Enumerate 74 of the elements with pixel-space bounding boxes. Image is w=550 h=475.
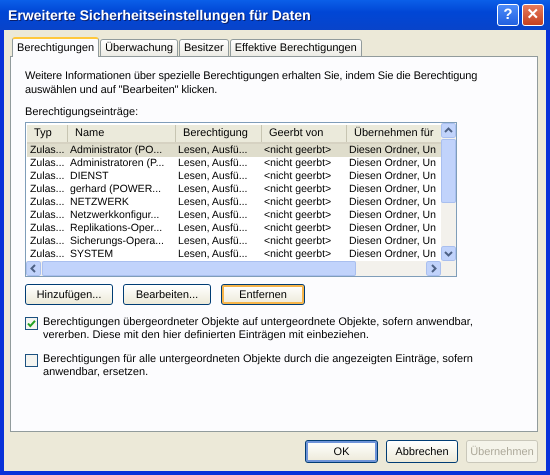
tab[interactable]: Besitzer <box>178 39 229 56</box>
table-cell-text: Zulas... <box>29 157 66 170</box>
list-label: Berechtigungseinträge: <box>25 105 140 119</box>
table-cell-text: Lesen, Ausfü... <box>177 144 248 157</box>
table-row[interactable]: Zulas... Administrator (PO... Lesen, Ausfü... <nicht geerbt> Diesen Ordner, Un <box>27 144 441 157</box>
window-title: Erweiterte Sicherheitseinstellungen für Daten <box>8 7 311 23</box>
table-cell-text: Zulas... <box>29 196 66 209</box>
column-header[interactable]: Berechtigung <box>175 125 261 142</box>
table-cell-text: Netzwerkkonfigur... <box>69 209 160 222</box>
table-cell-text: Lesen, Ausfü... <box>177 196 248 209</box>
table-cell-text: <nicht geerbt> <box>263 183 332 196</box>
table-cell-text: <nicht geerbt> <box>263 235 332 248</box>
table-cell-text: Lesen, Ausfü... <box>177 222 248 235</box>
table-row[interactable]: Zulas... Sicherungs-Opera... Lesen, Ausfü... <nicht geerbt> Diesen Ordner, Un <box>27 235 441 248</box>
table-cell-text: Lesen, Ausfü... <box>177 157 248 170</box>
table-row[interactable]: Zulas... gerhard (POWER... Lesen, Ausfü... <nicht geerbt> Diesen Ordner, Un <box>27 183 441 196</box>
table-cell-text: Zulas... <box>29 209 66 222</box>
table-cell-text: Diesen Ordner, Un <box>348 170 437 183</box>
info-text: Weitere Informationen über spezielle Berechtigungen erhalten Sie, indem Sie die Berechtigung auswählen und auf "Bearbeiten" klicken. <box>25 69 478 97</box>
table-cell-text: Lesen, Ausfü... <box>177 235 248 248</box>
table-cell-text: Zulas... <box>29 248 66 261</box>
table-cell-text: Zulas... <box>29 235 66 248</box>
table-cell-text: Diesen Ordner, Un <box>348 209 437 222</box>
table-cell-text: gerhard (POWER... <box>69 183 162 196</box>
table-cell-text: Sicherungs-Opera... <box>69 235 165 248</box>
table-cell-text: Zulas... <box>29 170 66 183</box>
tab[interactable]: Effektive Berechtigungen <box>230 39 362 56</box>
table-cell-text: Zulas... <box>29 222 66 235</box>
checkbox-label: Berechtigungen übergeordneter Objekte auf untergeordnete Objekte, sofern anwendbar, vererben. Diese mit den hier definierten Einträgen mit einbeziehen. <box>43 316 474 342</box>
table-cell-text: <nicht geerbt> <box>263 144 332 157</box>
dialog-button[interactable]: Abbrechen <box>386 440 458 463</box>
table-cell-text: Diesen Ordner, Un <box>348 157 437 170</box>
table-cell-text: Diesen Ordner, Un <box>348 144 437 157</box>
table-row[interactable]: Zulas... Administratoren (P... Lesen, Ausfü... <nicht geerbt> Diesen Ordner, Un <box>27 157 441 170</box>
table-cell-text: Diesen Ordner, Un <box>348 196 437 209</box>
table-row[interactable]: Zulas... SYSTEM Lesen, Ausfü... <nicht geerbt> Diesen Ordner, Un <box>27 248 441 261</box>
table-cell-text: <nicht geerbt> <box>263 157 332 170</box>
table-cell-text: Diesen Ordner, Un <box>348 222 437 235</box>
column-header[interactable]: Typ <box>27 125 67 142</box>
table-row[interactable]: Zulas... NETZWERK Lesen, Ausfü... <nicht geerbt> Diesen Ordner, Un <box>27 196 441 209</box>
table-cell-text: Lesen, Ausfü... <box>177 170 248 183</box>
tab[interactable]: Berechtigungen <box>12 37 100 57</box>
close-button[interactable]: ✕ <box>522 4 544 26</box>
column-header[interactable]: Geerbt von <box>261 125 346 142</box>
table-cell-text: Diesen Ordner, Un <box>348 248 437 261</box>
table-cell-text: Lesen, Ausfü... <box>177 183 248 196</box>
table-cell-text: <nicht geerbt> <box>263 222 332 235</box>
table-cell-text: Diesen Ordner, Un <box>348 235 437 248</box>
table-cell-text: <nicht geerbt> <box>263 170 332 183</box>
table-cell-text: Administrator (PO... <box>69 144 164 157</box>
table-cell-text: <nicht geerbt> <box>263 248 332 261</box>
table-row[interactable]: Zulas... Netzwerkkonfigur... Lesen, Ausfü... <nicht geerbt> Diesen Ordner, Un <box>27 209 441 222</box>
table-cell-text: SYSTEM <box>69 248 114 261</box>
help-button[interactable]: ? <box>497 4 519 26</box>
action-button[interactable]: Bearbeiten... <box>123 284 211 305</box>
table-row[interactable]: Zulas... DIENST Lesen, Ausfü... <nicht geerbt> Diesen Ordner, Un <box>27 170 441 183</box>
action-button[interactable]: Hinzufügen... <box>25 284 113 305</box>
action-button[interactable]: Entfernen <box>221 284 305 305</box>
table-cell-text: <nicht geerbt> <box>263 209 332 222</box>
table-cell-text: Administratoren (P... <box>69 157 166 170</box>
tab[interactable]: Überwachung <box>100 39 178 56</box>
table-cell-text: <nicht geerbt> <box>263 196 332 209</box>
table-cell-text: DIENST <box>69 170 110 183</box>
table-cell-text: Zulas... <box>29 183 66 196</box>
table-cell-text: Diesen Ordner, Un <box>348 183 437 196</box>
table-cell-text: NETZWERK <box>69 196 130 209</box>
table-cell-text: Zulas... <box>29 144 66 157</box>
column-header[interactable]: Name <box>67 125 175 142</box>
dialog-button[interactable]: OK <box>305 440 378 463</box>
table-cell-text: Lesen, Ausfü... <box>177 209 248 222</box>
checkbox-label: Berechtigungen für alle untergeordneten Objekte durch die angezeigten Einträge, sofern anwendbar, ersetzen. <box>43 353 474 379</box>
table-cell-text: Lesen, Ausfü... <box>177 248 248 261</box>
table-row[interactable]: Zulas... Replikations-Oper... Lesen, Ausfü... <nicht geerbt> Diesen Ordner, Un <box>27 222 441 235</box>
table-cell-text: Replikations-Oper... <box>69 222 164 235</box>
